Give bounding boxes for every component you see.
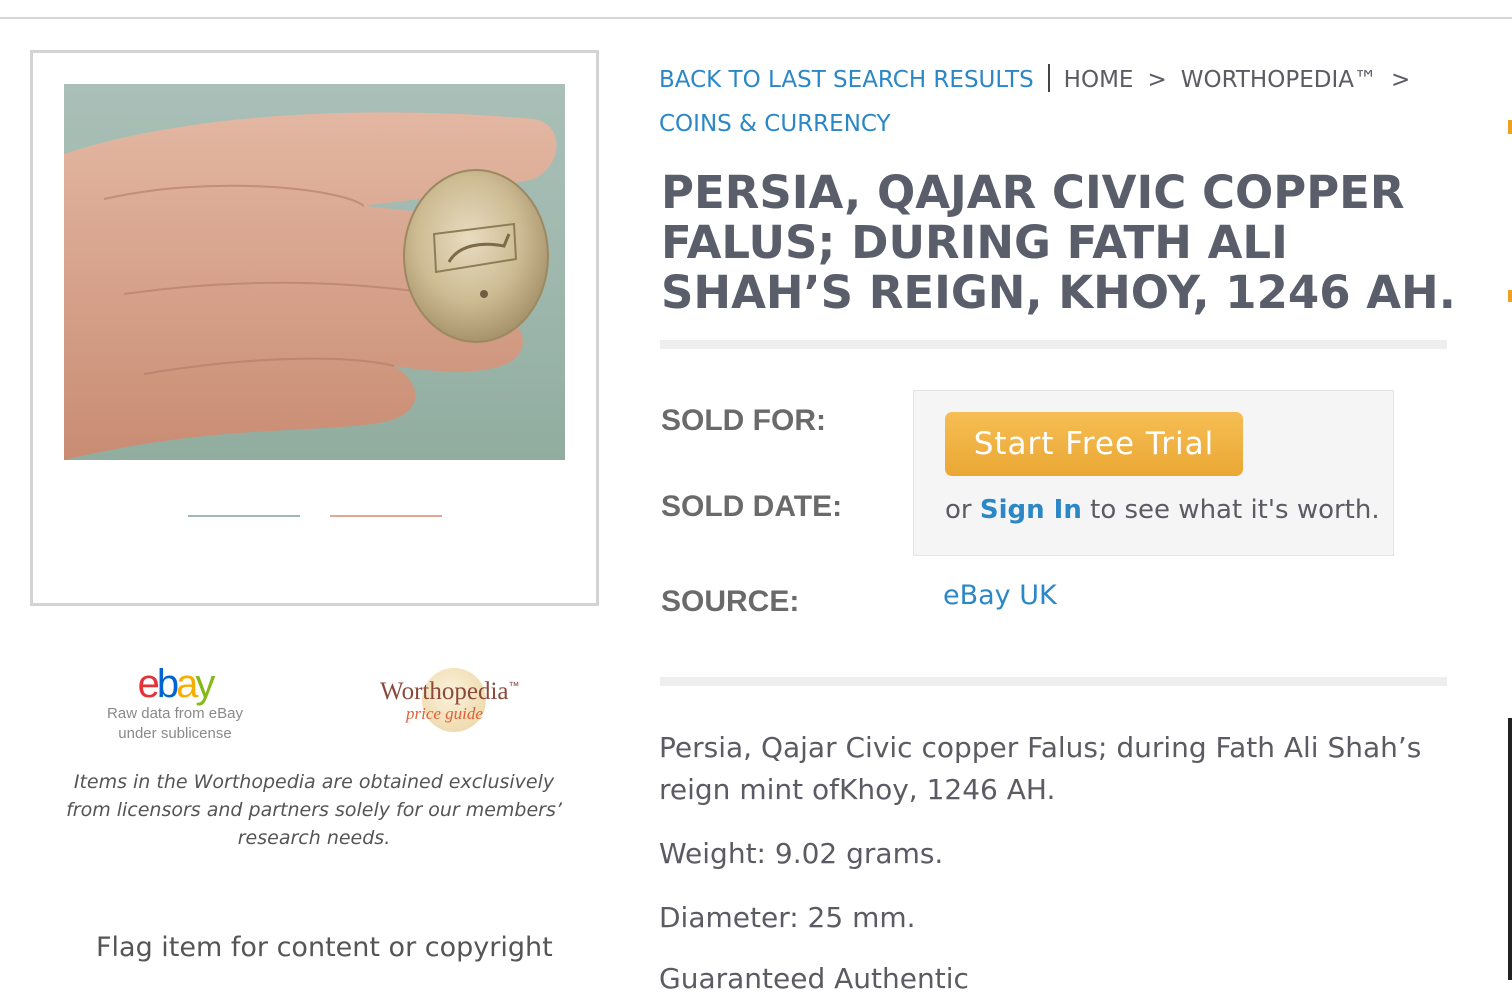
breadcrumb-home[interactable]: HOME (1064, 67, 1134, 93)
breadcrumb-divider (1047, 64, 1050, 92)
paywall-box: Start Free Trial or Sign In to see what … (913, 390, 1394, 556)
sign-in-link[interactable]: Sign In (980, 495, 1082, 525)
ebay-wordmark: ebay (90, 664, 260, 704)
worthopedia-logo: Worthopedia™ price guide (372, 668, 542, 738)
edge-mark-1 (1508, 120, 1512, 134)
ebay-letter-y: y (195, 662, 215, 706)
ebay-letter-b: b (156, 662, 179, 706)
item-title: PERSIA, QAJAR CIVIC COPPER FALUS; DURING… (661, 166, 1456, 319)
paywall-message: or Sign In to see what it's worth. (945, 495, 1380, 525)
coin-photo[interactable] (64, 84, 565, 460)
top-rule (0, 17, 1512, 19)
description-weight: Weight: 9.02 grams. (659, 837, 944, 870)
worthopedia-tm: ™ (508, 680, 520, 693)
breadcrumb-worthopedia[interactable]: WORTHOPEDIA™ (1181, 67, 1377, 93)
coin-photo-illustration (64, 112, 557, 460)
ebay-logo: ebay Raw data from eBay under sublicense (90, 664, 260, 744)
description-authentic: Guaranteed Authentic (659, 962, 969, 995)
source-label: SOURCE: (661, 585, 800, 618)
ebay-caption-1: Raw data from eBay (107, 705, 243, 722)
thumbnail-indicator-1[interactable] (188, 515, 300, 517)
image-gallery (30, 50, 599, 606)
paywall-or: or (945, 495, 972, 525)
description-diameter: Diameter: 25 mm. (659, 901, 916, 934)
worthopedia-wordmark-text: Worthopedia (380, 678, 509, 705)
breadcrumb-separator: > (1390, 67, 1411, 93)
ebay-letter-a: a (176, 662, 198, 706)
section-divider (660, 340, 1447, 349)
source-value-link[interactable]: eBay UK (943, 580, 1057, 611)
description-paragraph: Persia, Qajar Civic copper Falus; during… (659, 731, 1422, 806)
paywall-suffix: to see what it's worth. (1090, 495, 1380, 525)
breadcrumb: BACK TO LAST SEARCH RESULTS HOME > WORTHOPE… (659, 58, 1439, 146)
edge-scrollbar[interactable] (1508, 718, 1512, 980)
breadcrumb-category[interactable]: COINS & CURRENCY (659, 111, 891, 137)
thumbnail-indicator-2[interactable] (330, 515, 442, 517)
sold-date-label: SOLD DATE: (661, 490, 843, 523)
edge-mark-2 (1508, 290, 1512, 302)
ebay-caption-2: under sublicense (118, 725, 232, 742)
disclaimer-text: Items in the Worthopedia are obtained ex… (66, 771, 562, 849)
worthopedia-subtitle: price guide (406, 704, 483, 723)
flag-item-link[interactable]: Flag item for content or copyright (96, 932, 553, 963)
section-divider (660, 677, 1447, 686)
back-to-search-link[interactable]: BACK TO LAST SEARCH RESULTS (659, 67, 1034, 93)
ebay-letter-e: e (137, 662, 160, 706)
breadcrumb-separator: > (1147, 67, 1167, 93)
worthopedia-wordmark: Worthopedia™ (380, 678, 520, 706)
start-free-trial-button[interactable]: Start Free Trial (945, 412, 1243, 476)
sold-for-label: SOLD FOR: (661, 404, 826, 437)
